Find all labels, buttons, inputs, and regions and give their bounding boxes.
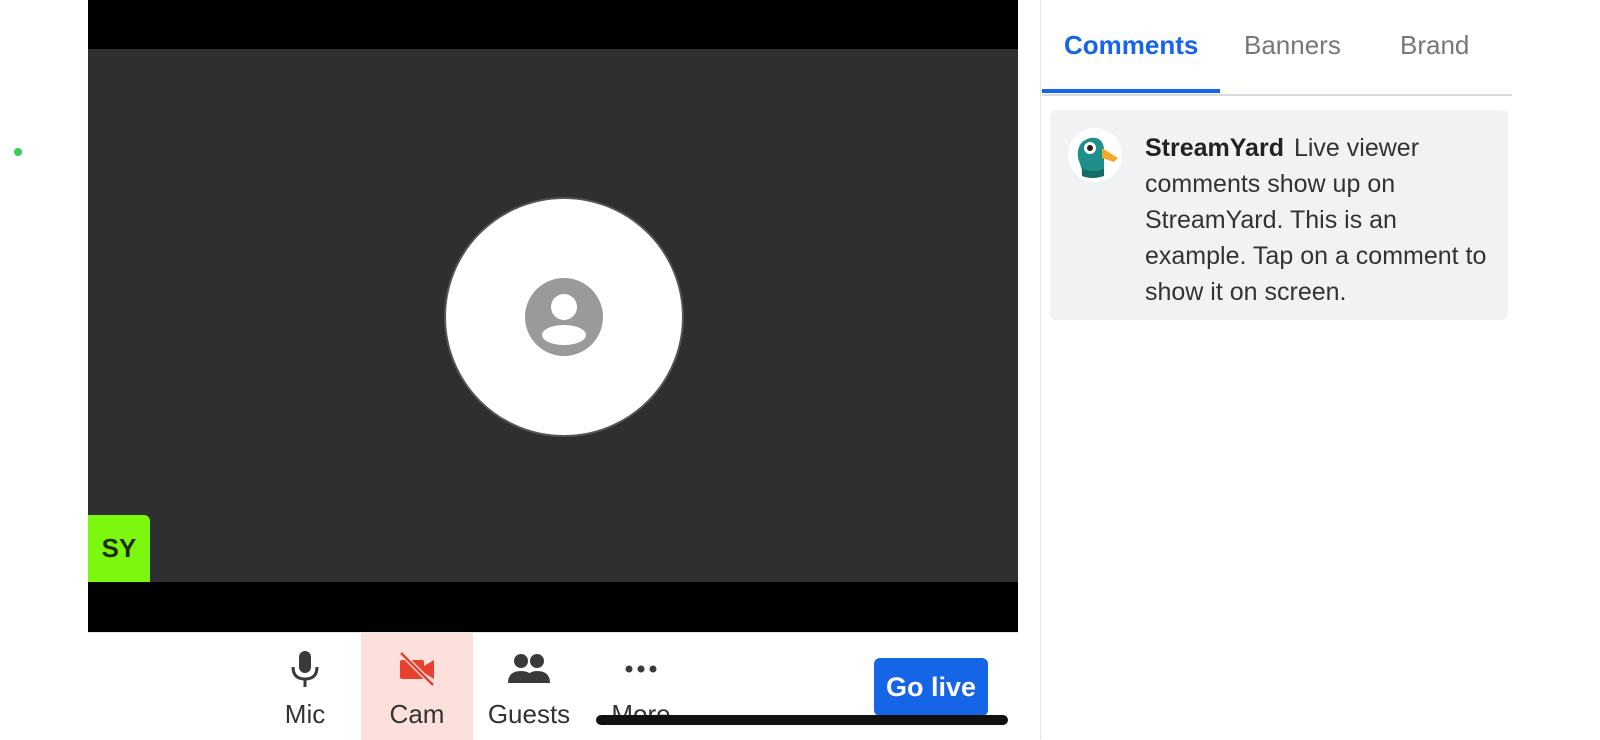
guests-button[interactable]: Guests [473,633,585,740]
status-dot [14,148,22,156]
camera-off-icon [399,651,435,687]
go-live-button[interactable]: Go live [874,658,988,716]
people-icon [508,654,550,683]
panel-divider [1040,0,1041,739]
sidebar: Comments Banners Brand StreamYard Live vi… [1042,0,1512,739]
comment-author: StreamYard [1145,134,1284,162]
person-icon [525,278,603,356]
duck-logo-icon [1068,128,1122,182]
tab-banners[interactable]: Banners [1244,30,1341,61]
stage: SY [88,0,1018,632]
mic-label: Mic [284,699,326,729]
streamyard-logo-avatar [1068,128,1122,182]
participant-avatar [444,197,684,437]
microphone-icon [291,651,319,687]
comment-item[interactable]: StreamYard Live viewer comments show up o… [1050,110,1508,320]
cam-button[interactable]: Cam [361,633,473,740]
more-dots-icon [625,665,657,673]
guests-label: Guests [487,699,571,729]
comment-body: StreamYard Live viewer comments show up o… [1145,130,1495,310]
tab-brand[interactable]: Brand [1400,30,1469,61]
sidebar-tabs: Comments Banners Brand [1042,0,1512,96]
home-indicator[interactable] [596,715,1008,725]
participant-video[interactable]: SY [88,49,1018,582]
cam-label: Cam [389,699,445,729]
active-tab-indicator [1042,89,1220,93]
mic-button[interactable]: Mic [249,633,361,740]
participant-name-tag: SY [88,515,150,582]
tab-comments[interactable]: Comments [1064,30,1198,61]
